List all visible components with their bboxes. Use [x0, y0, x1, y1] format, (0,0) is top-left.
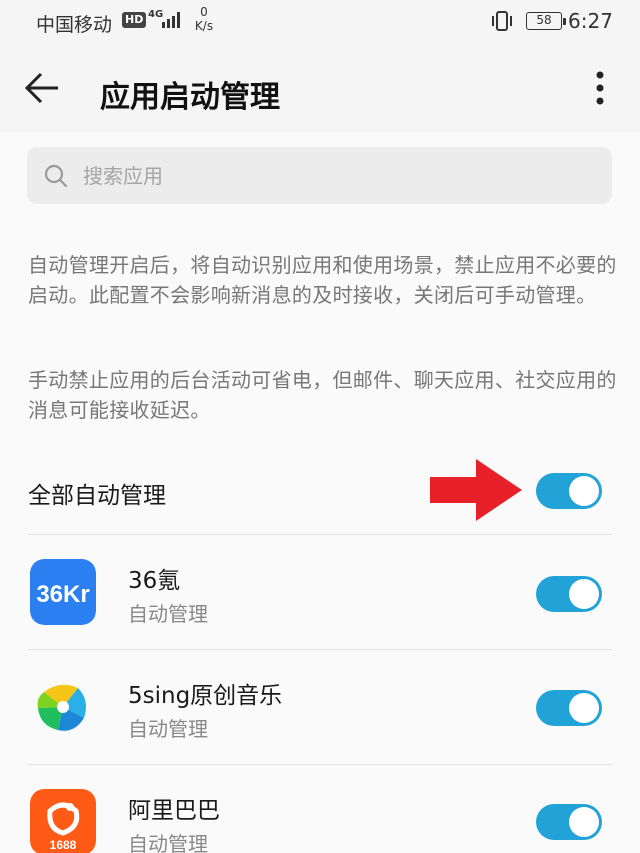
clock: 6:27 — [568, 9, 613, 33]
app-row-alibaba[interactable]: 1688 阿里巴巴 自动管理 — [0, 765, 640, 853]
content-area: 自动管理开启后，将自动识别应用和使用场景，禁止应用不必要的启动。此配置不会影响新… — [0, 132, 640, 853]
app-status: 自动管理 — [128, 717, 208, 741]
red-arrow-annotation — [430, 459, 522, 521]
hd-badge: HD — [122, 12, 147, 28]
app-toggle-36kr[interactable] — [536, 576, 602, 612]
vibrate-icon — [492, 11, 512, 31]
app-toggle-alibaba[interactable] — [536, 804, 602, 840]
app-row-5sing[interactable]: 5sing原创音乐 自动管理 — [0, 650, 640, 764]
toggle-knob — [569, 807, 599, 837]
back-button[interactable] — [22, 68, 62, 108]
app-row-36kr[interactable]: 36Kr 36氪 自动管理 — [0, 535, 640, 649]
alibaba-icon-text: 1688 — [50, 838, 77, 852]
36kr-icon-text: 36Kr — [36, 581, 89, 608]
app-bar: 应用启动管理 — [0, 44, 640, 132]
toggle-knob — [569, 476, 599, 506]
alibaba-1688-icon: 1688 — [30, 789, 96, 853]
back-arrow-icon — [24, 72, 58, 104]
search-bar[interactable] — [27, 147, 612, 204]
all-auto-manage-label: 全部自动管理 — [28, 483, 166, 509]
toggle-knob — [569, 693, 599, 723]
more-vertical-icon — [596, 71, 604, 105]
description-manual-manage: 手动禁止应用的后台活动可省电，但邮件、聊天应用、社交应用的消息可能接收延迟。 — [28, 368, 617, 422]
all-auto-manage-toggle[interactable] — [536, 473, 602, 509]
search-icon — [44, 164, 68, 187]
36kr-icon: 36Kr — [30, 559, 96, 625]
app-status: 自动管理 — [128, 602, 208, 626]
signal-icon — [162, 12, 180, 28]
app-name: 36氪 — [128, 568, 181, 594]
network-speed: 0 K/s — [192, 5, 216, 33]
battery-icon: 58 — [526, 12, 566, 30]
more-options-button[interactable] — [588, 68, 612, 108]
speed-unit: K/s — [194, 19, 214, 33]
all-auto-manage-row: 全部自动管理 — [0, 444, 640, 534]
app-name: 阿里巴巴 — [128, 798, 220, 824]
page-title: 应用启动管理 — [100, 80, 280, 115]
description-auto-manage: 自动管理开启后，将自动识别应用和使用场景，禁止应用不必要的启动。此配置不会影响新… — [28, 253, 617, 307]
status-bar: 中国移动 HD 4G 0 K/s 58 6:27 — [0, 0, 640, 44]
app-toggle-5sing[interactable] — [536, 690, 602, 726]
speed-value: 0 — [200, 5, 208, 19]
app-name: 5sing原创音乐 — [128, 683, 283, 709]
toggle-knob — [569, 579, 599, 609]
search-input[interactable] — [83, 163, 563, 188]
app-status: 自动管理 — [128, 832, 208, 853]
5sing-icon — [30, 674, 96, 740]
carrier-name: 中国移动 — [36, 14, 113, 36]
